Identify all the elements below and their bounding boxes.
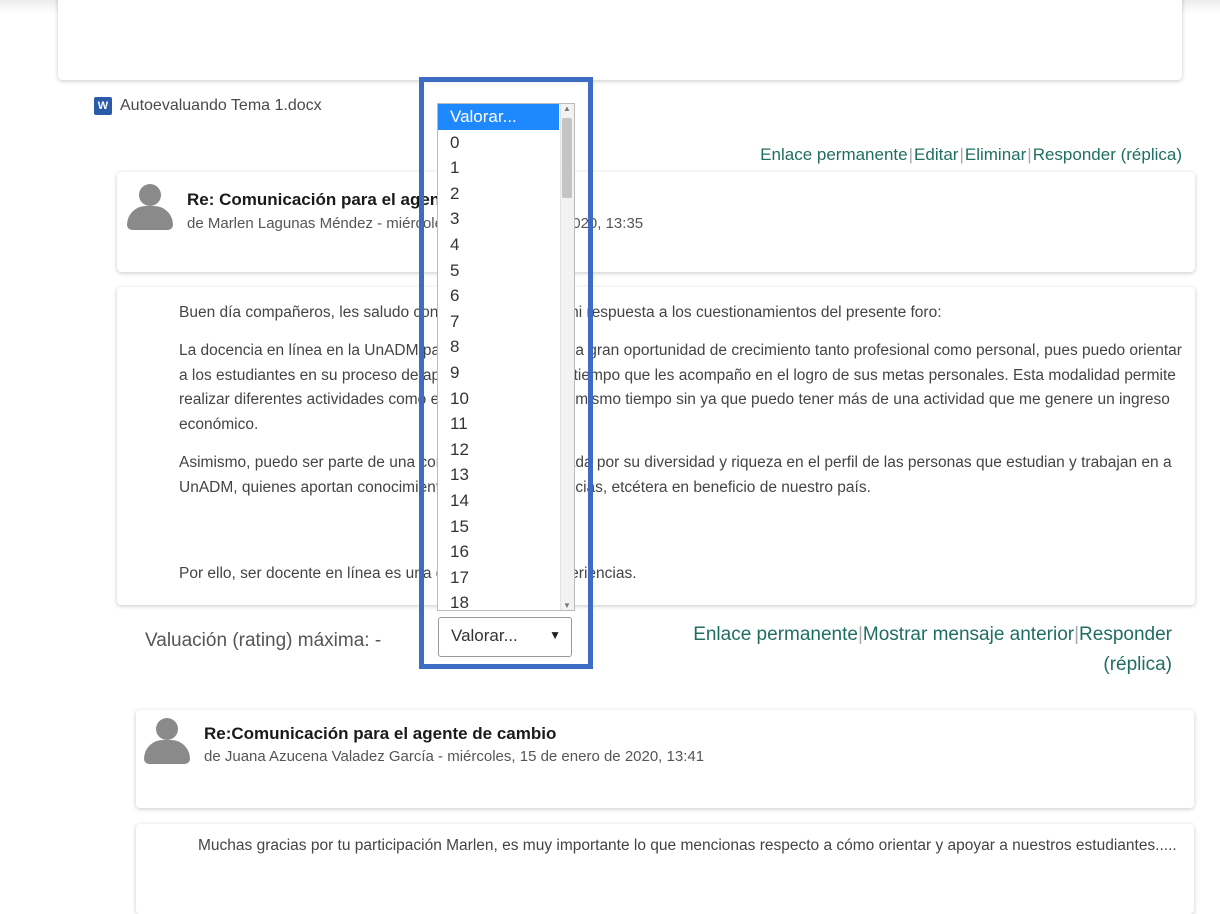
post-paragraph: Por ello, ser docente en línea es una de… xyxy=(179,565,637,582)
word-doc-icon: W xyxy=(94,97,112,115)
post2-actions: Enlace permanente|Mostrar mensaje anteri… xyxy=(693,620,1172,680)
permalink-link[interactable]: Enlace permanente xyxy=(693,624,858,645)
attachment-link[interactable]: W Autoevaluando Tema 1.docx xyxy=(94,97,322,115)
post2-body-card: Buen día compañeros, les saludo con gust… xyxy=(117,287,1195,605)
delete-link[interactable]: Eliminar xyxy=(965,145,1026,164)
attachment-name[interactable]: Autoevaluando Tema 1.docx xyxy=(120,97,322,115)
reply-link[interactable]: Responder (réplica) xyxy=(1033,145,1182,164)
avatar xyxy=(127,184,175,232)
post-author: de Juana Azucena Valadez García - miérco… xyxy=(204,748,705,765)
reply-link-continued[interactable]: (réplica) xyxy=(693,650,1172,680)
post1-content-card xyxy=(58,0,1182,80)
post3-body-card: Muchas gracias por tu participación Marl… xyxy=(136,824,1194,914)
permalink-link[interactable]: Enlace permanente xyxy=(760,145,907,164)
highlight-box xyxy=(419,77,593,669)
post1-actions: Enlace permanente|Editar|Eliminar|Respon… xyxy=(760,145,1182,164)
post3-header-card: Re:Comunicación para el agente de cambio… xyxy=(136,710,1194,808)
reply-link[interactable]: Responder xyxy=(1079,624,1172,645)
post2-header-card: Re: Comunicación para el agente de cambi… xyxy=(117,172,1195,272)
post-paragraph: Asimismo, puedo ser parte de una comunid… xyxy=(179,454,1172,496)
show-parent-link[interactable]: Mostrar mensaje anterior xyxy=(863,624,1074,645)
post-paragraph: La docencia en línea en la UnADM para mí… xyxy=(179,342,1182,433)
post-paragraph: Muchas gracias por tu participación Marl… xyxy=(198,837,1177,854)
rating-label: Valuación (rating) máxima: - xyxy=(145,630,382,651)
avatar xyxy=(144,718,192,766)
post-paragraph: Buen día compañeros, les saludo con gust… xyxy=(179,304,942,321)
edit-link[interactable]: Editar xyxy=(914,145,958,164)
post-title: Re:Comunicación para el agente de cambio xyxy=(204,724,557,743)
